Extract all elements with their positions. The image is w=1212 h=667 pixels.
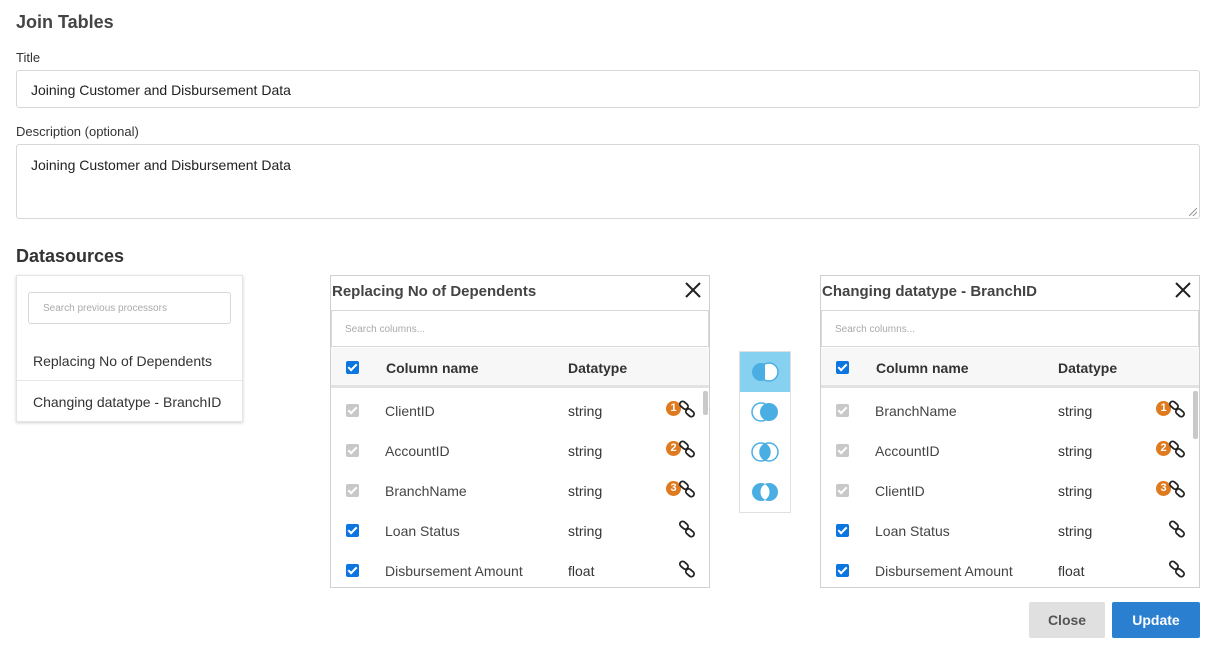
left-column-search-input[interactable]: Search columns... <box>331 310 709 347</box>
table-row: AccountID string 2 <box>821 431 1199 471</box>
column-checkbox[interactable] <box>346 524 359 537</box>
column-type: string <box>568 403 603 419</box>
datasource-picker: Search previous processors Replacing No … <box>16 275 243 422</box>
update-button[interactable]: Update <box>1112 602 1200 638</box>
column-name: Loan Status <box>385 523 460 539</box>
column-checkbox <box>346 404 359 417</box>
column-checkbox[interactable] <box>836 524 849 537</box>
close-icon[interactable] <box>1172 279 1194 301</box>
inner-join-icon[interactable] <box>740 432 790 472</box>
link-icon[interactable] <box>1168 400 1186 418</box>
column-name: ClientID <box>385 403 435 419</box>
datatype-header: Datatype <box>1058 360 1118 376</box>
column-type: string <box>1058 403 1093 419</box>
datatype-header: Datatype <box>568 360 628 376</box>
column-checkbox[interactable] <box>346 564 359 577</box>
link-icon[interactable] <box>678 560 696 578</box>
description-textarea[interactable]: Joining Customer and Disbursement Data <box>16 144 1200 219</box>
column-checkbox <box>836 444 849 457</box>
datasources-heading: Datasources <box>16 246 125 266</box>
column-type: string <box>1058 523 1093 539</box>
column-name: Disbursement Amount <box>875 563 1013 579</box>
column-name: ClientID <box>875 483 925 499</box>
column-checkbox <box>346 444 359 457</box>
table-row: Disbursement Amount float <box>821 551 1199 587</box>
right-table-name: Changing datatype - BranchID <box>822 283 1038 300</box>
column-type: string <box>568 443 603 459</box>
full-join-icon[interactable] <box>740 472 790 512</box>
column-name: BranchName <box>385 483 467 499</box>
right-column-rows: BranchName string 1 AccountID string 2 C… <box>821 391 1199 587</box>
left-table-header: Replacing No of Dependents <box>331 276 709 308</box>
left-column-rows: ClientID string 1 AccountID string 2 Bra… <box>331 391 709 587</box>
left-column-header-row: Column name Datatype <box>331 348 709 388</box>
left-table-name: Replacing No of Dependents <box>332 283 537 300</box>
column-name: Loan Status <box>875 523 950 539</box>
left-join-icon[interactable] <box>740 352 790 392</box>
left-table-panel: Replacing No of Dependents Search column… <box>330 275 710 588</box>
column-checkbox[interactable] <box>836 564 849 577</box>
table-row: Loan Status string <box>331 511 709 551</box>
join-type-selector <box>739 351 791 513</box>
column-name: AccountID <box>385 443 450 459</box>
column-name-header: Column name <box>876 360 969 376</box>
datasource-item-changing-branchid[interactable]: Changing datatype - BranchID <box>17 382 242 422</box>
link-icon[interactable] <box>678 480 696 498</box>
scrollbar[interactable] <box>703 391 708 415</box>
link-icon[interactable] <box>1168 560 1186 578</box>
column-type: float <box>1058 563 1085 579</box>
link-icon[interactable] <box>678 400 696 418</box>
link-icon[interactable] <box>1168 480 1186 498</box>
right-join-icon[interactable] <box>740 392 790 432</box>
scrollbar[interactable] <box>1193 391 1198 439</box>
table-row: Loan Status string <box>821 511 1199 551</box>
table-row: ClientID string 1 <box>331 391 709 431</box>
table-row: Disbursement Amount float <box>331 551 709 587</box>
column-type: float <box>568 563 595 579</box>
right-table-panel: Changing datatype - BranchID Search colu… <box>820 275 1200 588</box>
link-icon[interactable] <box>678 440 696 458</box>
column-name-header: Column name <box>386 360 479 376</box>
column-type: string <box>568 523 603 539</box>
dialog-title: Join Tables <box>16 12 114 32</box>
link-icon[interactable] <box>1168 440 1186 458</box>
close-button[interactable]: Close <box>1029 602 1105 638</box>
right-column-header-row: Column name Datatype <box>821 348 1199 388</box>
link-icon[interactable] <box>678 520 696 538</box>
table-row: BranchName string 1 <box>821 391 1199 431</box>
column-checkbox <box>836 484 849 497</box>
column-name: BranchName <box>875 403 957 419</box>
description-text: Joining Customer and Disbursement Data <box>31 157 291 173</box>
column-checkbox <box>346 484 359 497</box>
close-icon[interactable] <box>682 279 704 301</box>
column-name: Disbursement Amount <box>385 563 523 579</box>
table-row: AccountID string 2 <box>331 431 709 471</box>
column-type: string <box>568 483 603 499</box>
select-all-checkbox[interactable] <box>346 361 359 374</box>
column-name: AccountID <box>875 443 940 459</box>
processor-search-input[interactable]: Search previous processors <box>28 292 231 324</box>
datasource-item-replacing-dependents[interactable]: Replacing No of Dependents <box>17 341 242 381</box>
title-label: Title <box>16 50 41 65</box>
select-all-checkbox[interactable] <box>836 361 849 374</box>
right-table-header: Changing datatype - BranchID <box>821 276 1199 308</box>
right-column-search-input[interactable]: Search columns... <box>821 310 1199 347</box>
table-row: ClientID string 3 <box>821 471 1199 511</box>
link-icon[interactable] <box>1168 520 1186 538</box>
title-input[interactable]: Joining Customer and Disbursement Data <box>16 70 1200 108</box>
table-row: BranchName string 3 <box>331 471 709 511</box>
column-type: string <box>1058 483 1093 499</box>
description-label: Description (optional) <box>16 124 139 139</box>
column-type: string <box>1058 443 1093 459</box>
column-checkbox <box>836 404 849 417</box>
resize-handle-icon[interactable] <box>1189 208 1197 216</box>
